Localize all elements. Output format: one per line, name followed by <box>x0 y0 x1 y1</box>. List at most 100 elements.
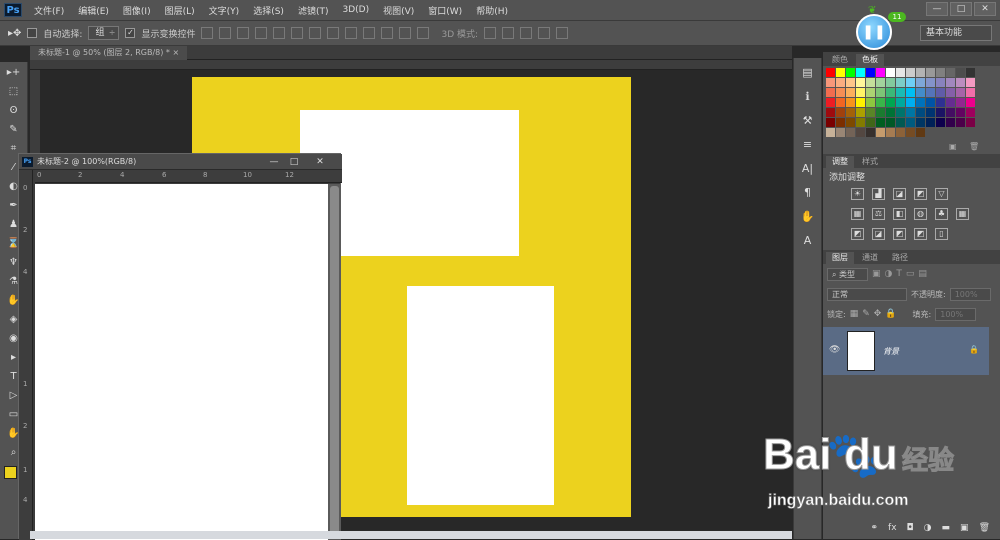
tab-color[interactable]: 颜色 <box>826 54 854 66</box>
color-swatch[interactable] <box>926 98 935 107</box>
color-swatch[interactable] <box>926 118 935 127</box>
tab-adjustments[interactable]: 调整 <box>826 156 854 168</box>
auto-select-target-dropdown[interactable]: 组 <box>88 26 120 40</box>
fill-input[interactable]: 100% <box>935 307 977 321</box>
menu-layer[interactable]: 图层(L) <box>159 4 203 17</box>
color-swatch[interactable] <box>966 108 975 117</box>
marquee-tool-icon[interactable]: ⬚ <box>4 83 24 100</box>
tab-layers[interactable]: 图层 <box>826 252 854 264</box>
color-swatch[interactable] <box>926 88 935 97</box>
exposure-icon[interactable]: ◩ <box>914 188 927 200</box>
threshold-icon[interactable]: ◩ <box>893 228 906 240</box>
color-swatch[interactable] <box>916 78 925 87</box>
lasso-tool-icon[interactable]: ʘ <box>4 102 24 119</box>
color-swatch[interactable] <box>896 98 905 107</box>
distribute-right-icon[interactable] <box>399 27 412 39</box>
color-swatch[interactable] <box>936 68 945 77</box>
3d-drag-icon[interactable] <box>520 27 533 39</box>
menu-3d[interactable]: 3D(D) <box>336 5 377 15</box>
color-swatch[interactable] <box>926 108 935 117</box>
color-swatch[interactable] <box>846 118 855 127</box>
color-swatch[interactable] <box>856 128 865 137</box>
filter-type-icon[interactable]: T <box>896 269 902 279</box>
color-swatch[interactable] <box>946 88 955 97</box>
color-swatch[interactable] <box>876 98 885 107</box>
color-swatch[interactable] <box>906 78 915 87</box>
color-swatch[interactable] <box>846 128 855 137</box>
color-swatch[interactable] <box>946 78 955 87</box>
align-hcenter-icon[interactable] <box>273 27 286 39</box>
vibrance-icon[interactable]: ▽ <box>935 188 948 200</box>
align-bottom-icon[interactable] <box>237 27 250 39</box>
color-swatch[interactable] <box>876 68 885 77</box>
tab-swatches[interactable]: 色板 <box>856 54 884 66</box>
minimize-button[interactable]: — <box>926 2 948 16</box>
color-swatch[interactable] <box>956 88 965 97</box>
color-swatch[interactable] <box>836 98 845 107</box>
color-swatch[interactable] <box>916 108 925 117</box>
align-top-icon[interactable] <box>201 27 214 39</box>
color-swatch[interactable] <box>926 78 935 87</box>
color-swatch[interactable] <box>896 108 905 117</box>
color-swatch[interactable] <box>836 88 845 97</box>
color-swatch[interactable] <box>846 78 855 87</box>
floating-restore-button[interactable]: □ <box>285 155 303 169</box>
transform-controls-checkbox[interactable]: ✓ <box>125 28 136 38</box>
restore-button[interactable]: □ <box>950 2 972 16</box>
color-swatch[interactable] <box>826 88 835 97</box>
character-styles-icon[interactable]: A <box>798 232 818 250</box>
channel-mixer-icon[interactable]: ♣ <box>935 208 948 220</box>
selective-color-icon[interactable]: ▯ <box>935 228 948 240</box>
menu-type[interactable]: 文字(Y) <box>203 4 248 17</box>
color-swatch[interactable] <box>936 78 945 87</box>
filter-shape-icon[interactable]: ▭ <box>906 269 915 279</box>
color-swatch[interactable] <box>956 68 965 77</box>
color-swatch[interactable] <box>866 68 875 77</box>
brush-presets-icon[interactable]: ≡ <box>798 136 818 154</box>
white-rectangle-bottom[interactable] <box>407 286 554 505</box>
distribute-vcenter-icon[interactable] <box>327 27 340 39</box>
menu-file[interactable]: 文件(F) <box>28 4 72 17</box>
distribute-left-icon[interactable] <box>363 27 376 39</box>
brightness-icon[interactable]: ☀ <box>851 188 864 200</box>
distribute-hcenter-icon[interactable] <box>381 27 394 39</box>
gradient-map-icon[interactable]: ◩ <box>914 228 927 240</box>
menu-view[interactable]: 视图(V) <box>377 4 422 17</box>
tab-paths[interactable]: 路径 <box>886 252 914 264</box>
menu-help[interactable]: 帮助(H) <box>470 4 516 17</box>
posterize-icon[interactable]: ◪ <box>872 228 885 240</box>
floating-minimize-button[interactable]: — <box>265 155 283 169</box>
levels-icon[interactable]: ▟ <box>872 188 885 200</box>
move-tool-icon[interactable]: ▸+ <box>4 64 24 81</box>
color-swatch[interactable] <box>846 98 855 107</box>
layer-filter-dropdown[interactable]: ⌕ 类型 <box>827 267 869 281</box>
color-swatch[interactable] <box>866 108 875 117</box>
color-swatch[interactable] <box>946 98 955 107</box>
color-swatch[interactable] <box>956 118 965 127</box>
photo-filter-icon[interactable]: ◍ <box>914 208 927 220</box>
color-swatch[interactable] <box>886 88 895 97</box>
3d-slide-icon[interactable] <box>538 27 551 39</box>
color-swatch[interactable] <box>876 88 885 97</box>
color-swatch[interactable] <box>906 98 915 107</box>
color-swatch[interactable] <box>956 98 965 107</box>
color-swatch[interactable] <box>856 78 865 87</box>
menu-select[interactable]: 选择(S) <box>247 4 292 17</box>
color-swatch[interactable] <box>846 68 855 77</box>
color-swatch[interactable] <box>856 68 865 77</box>
color-swatch[interactable] <box>876 78 885 87</box>
auto-align-icon[interactable] <box>417 27 430 39</box>
color-swatch[interactable] <box>956 108 965 117</box>
menu-filter[interactable]: 滤镜(T) <box>292 4 337 17</box>
color-swatch[interactable] <box>966 68 975 77</box>
color-swatch[interactable] <box>936 88 945 97</box>
close-button[interactable]: ✕ <box>974 2 996 16</box>
pause-button[interactable]: ❚❚ <box>856 14 892 50</box>
color-swatch[interactable] <box>836 108 845 117</box>
color-swatch[interactable] <box>836 128 845 137</box>
color-swatch[interactable] <box>896 78 905 87</box>
color-swatch[interactable] <box>876 118 885 127</box>
color-swatch[interactable] <box>826 128 835 137</box>
blend-mode-dropdown[interactable]: 正常 <box>827 287 907 301</box>
color-swatch[interactable] <box>946 108 955 117</box>
